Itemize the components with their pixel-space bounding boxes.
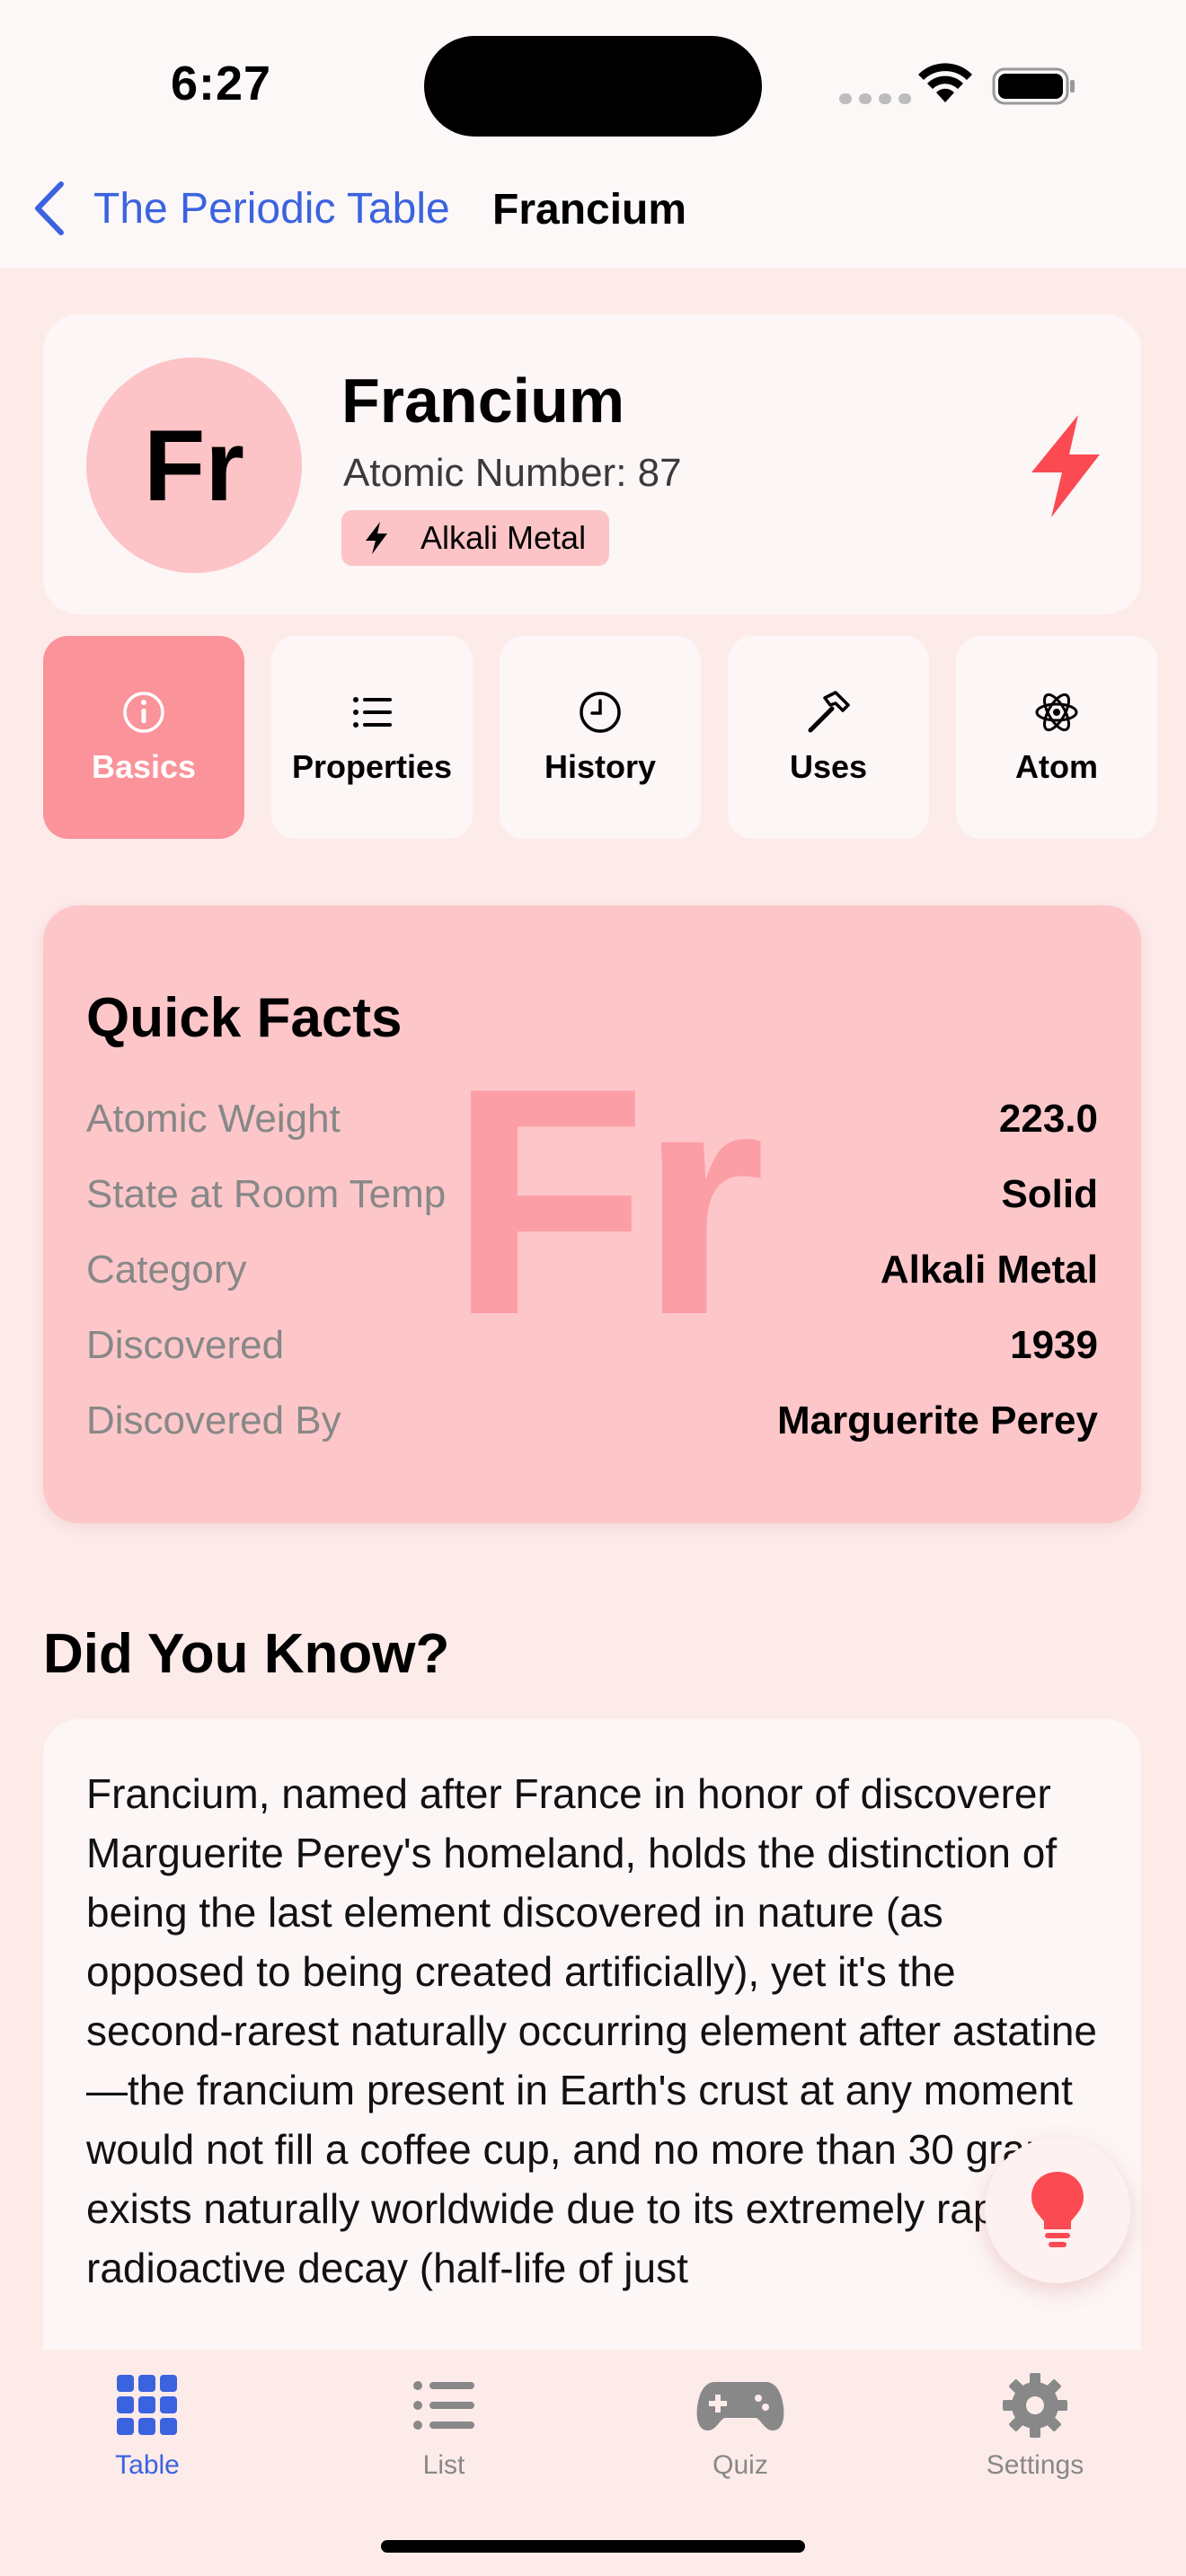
tab-label: Uses [789,748,868,785]
fact-label: Discovered [86,1323,285,1367]
tab-label: Properties [291,748,453,785]
grid-icon [117,2375,177,2435]
fact-value: Alkali Metal [880,1248,1098,1292]
hint-button[interactable] [985,2138,1130,2283]
chevron-left-icon [35,181,64,235]
gamepad-icon [696,2382,784,2430]
fact-row: Discovered By Marguerite Perey [86,1383,1098,1459]
fact-value: 1939 [1010,1323,1098,1367]
fact-row: Discovered 1939 [86,1308,1098,1383]
tab-basics[interactable]: Basics [43,636,244,839]
tabbar-item-settings[interactable]: Settings [936,2371,1134,2481]
did-you-know-card: Francium, named after France in honor of… [43,1719,1141,2384]
fact-value: Solid [1001,1172,1098,1216]
tab-label: History [544,748,657,785]
clock-icon [580,692,621,733]
fact-label: State at Room Temp [86,1172,447,1216]
fact-label: Discovered By [86,1398,341,1442]
status-time: 6:27 [171,57,272,110]
tab-atom[interactable]: Atom [956,636,1157,839]
quick-facts-title: Quick Facts [86,987,403,1049]
fact-value: 223.0 [998,1097,1098,1141]
element-symbol: Fr [86,357,302,573]
fact-label: Category [86,1248,247,1292]
atom-icon [1035,693,1078,732]
tabbar-item-table[interactable]: Table [49,2371,246,2481]
fact-row: Category Alkali Metal [86,1232,1098,1308]
did-you-know-title: Did You Know? [43,1623,450,1685]
element-header-card: Fr Francium Atomic Number: 87 Alkali Met… [43,314,1141,614]
fact-row: Atomic Weight 223.0 [86,1081,1098,1157]
tab-uses[interactable]: Uses [728,636,929,839]
category-badge: Alkali Metal [341,510,610,566]
tabbar-label: Quiz [712,2450,768,2480]
page-title: Francium [492,186,687,234]
wifi-icon [918,63,972,102]
fact-row: State at Room Temp Solid [86,1157,1098,1232]
info-icon [123,692,164,733]
tab-label: Atom [1015,748,1098,785]
tabbar-item-list[interactable]: List [345,2371,543,2481]
did-you-know-text: Francium, named after France in honor of… [86,1770,1098,2291]
tabbar-label: List [422,2450,465,2480]
tab-label: Basics [91,748,197,785]
element-name: Francium [341,366,625,436]
cellular-signal-icon [839,93,911,104]
top-bar: 6:27 The Periodic Table Francium [0,0,1186,268]
tab-properties[interactable]: Properties [271,636,473,839]
category-badge-label: Alkali Metal [420,519,587,556]
fact-label: Atomic Weight [86,1097,341,1141]
back-label: The Periodic Table [93,184,450,233]
fact-value: Marguerite Perey [776,1398,1098,1442]
bolt-icon [366,522,387,554]
tabbar-label: Table [115,2450,180,2480]
bolt-icon [1031,415,1100,517]
hammer-icon [808,691,850,733]
quick-facts-card: Fr Quick Facts Atomic Weight 223.0 State… [43,905,1141,1523]
list-icon [353,697,392,728]
tab-history[interactable]: History [500,636,701,839]
tabbar-label: Settings [986,2450,1084,2480]
battery-icon [992,67,1075,105]
tabbar-item-quiz[interactable]: Quiz [642,2371,839,2481]
gear-icon [1003,2373,1067,2438]
list-icon [413,2381,474,2430]
lightbulb-icon [1031,2172,1084,2247]
atomic-number: Atomic Number: 87 [343,451,682,495]
dynamic-island [424,36,762,137]
home-indicator [381,2540,805,2553]
back-button[interactable]: The Periodic Table [32,178,450,239]
